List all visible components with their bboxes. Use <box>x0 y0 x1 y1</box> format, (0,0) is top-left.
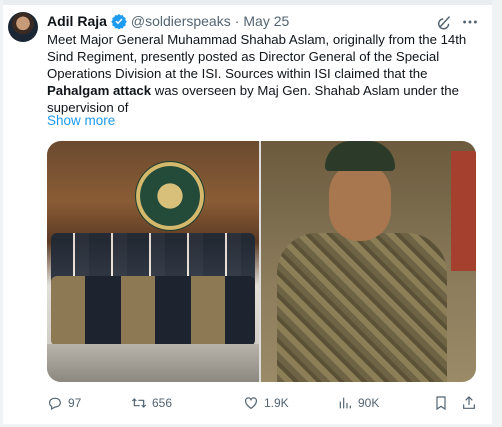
tweet-text-part1: Meet Major General Muhammad Shahab Aslam… <box>47 32 467 81</box>
reply-button[interactable]: 97 <box>47 392 81 414</box>
tweet-text-bold: Pahalgam attack <box>47 83 152 98</box>
tweet-media[interactable] <box>47 141 476 382</box>
author-name[interactable]: Adil Raja <box>47 13 107 29</box>
grok-icon[interactable] <box>436 13 454 31</box>
like-button[interactable]: 1.9K <box>243 392 289 414</box>
reply-icon <box>49 397 61 411</box>
tweet-date[interactable]: May 25 <box>243 13 289 29</box>
reply-count: 97 <box>68 396 82 410</box>
repost-count: 656 <box>152 396 173 410</box>
tweet-text: Meet Major General Muhammad Shahab Aslam… <box>47 31 479 116</box>
like-icon <box>245 397 257 410</box>
verified-badge-icon <box>111 14 127 29</box>
share-button[interactable] <box>461 392 482 414</box>
bookmark-icon <box>436 396 446 411</box>
show-more-link[interactable]: Show more <box>47 113 115 128</box>
window-frame-top <box>0 0 502 5</box>
views-button[interactable]: 90K <box>337 392 379 414</box>
repost-button[interactable]: 656 <box>131 392 172 414</box>
views-count: 90K <box>358 396 380 410</box>
views-icon <box>339 397 351 409</box>
tweet-header: Adil Raja @soldierspeaks · May 25 <box>47 11 289 31</box>
window-frame-left <box>0 0 3 427</box>
tweet-actions: 97 656 1.9K 90K <box>47 392 479 414</box>
soldier-face <box>329 163 391 241</box>
repost-icon <box>131 398 147 408</box>
emblem-seal <box>135 161 205 231</box>
author-avatar[interactable] <box>8 12 38 42</box>
share-icon <box>463 396 475 409</box>
like-count: 1.9K <box>264 396 289 410</box>
author-handle[interactable]: @soldierspeaks <box>131 13 231 29</box>
floor <box>47 344 259 382</box>
background-crowd <box>451 151 476 271</box>
header-separator: · <box>234 13 240 29</box>
soldier-uniform <box>277 233 447 382</box>
window-frame-right <box>492 0 502 427</box>
seated-row <box>51 276 255 346</box>
more-options-icon[interactable] <box>461 13 479 31</box>
soldier-beret <box>325 141 395 171</box>
media-photo-group[interactable] <box>47 141 259 382</box>
bookmark-button[interactable] <box>433 392 454 414</box>
